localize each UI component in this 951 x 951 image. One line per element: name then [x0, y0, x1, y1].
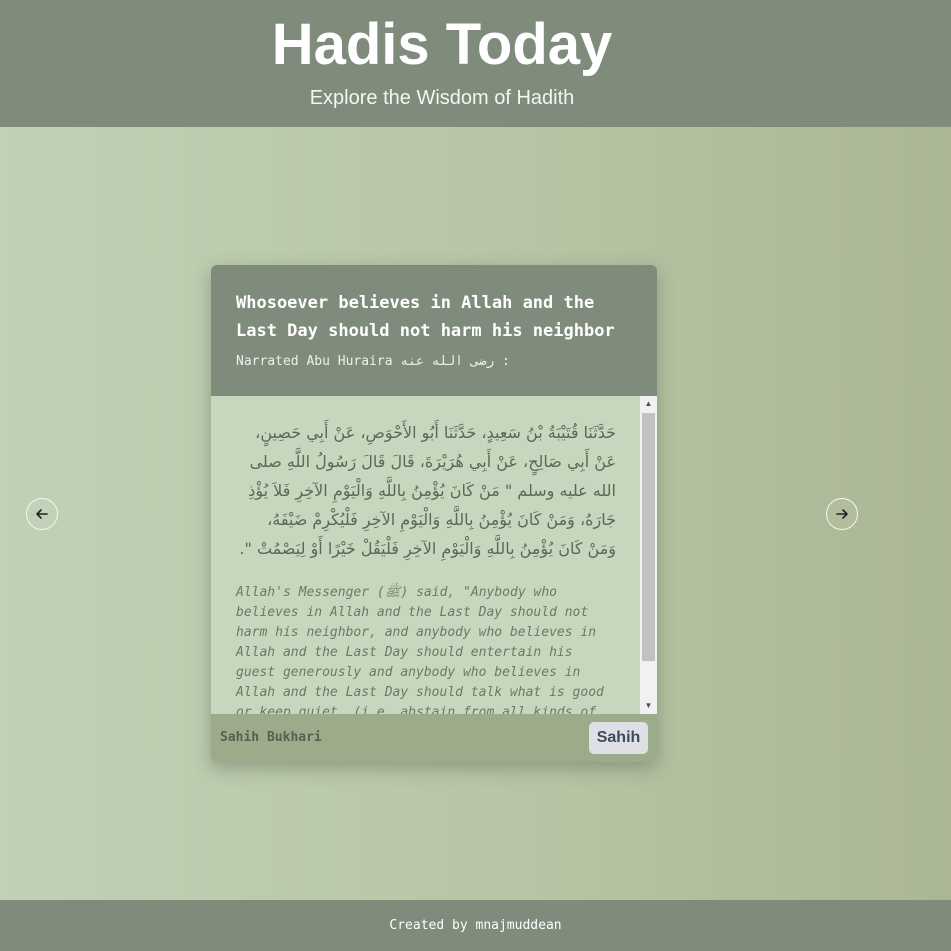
arrow-right-icon: [836, 509, 848, 519]
hadith-book: Sahih Bukhari: [220, 730, 322, 745]
hadith-text-area[interactable]: حَدَّثَنَا قُتَيْبَةُ بْنُ سَعِيدٍ، حَدَ…: [211, 396, 657, 714]
scroll-up-arrow-icon[interactable]: ▲: [640, 396, 657, 412]
hadith-grade-badge[interactable]: Sahih: [589, 722, 648, 754]
hadith-english-text: Allah's Messenger (ﷺ) said, "Anybody who…: [236, 585, 604, 714]
previous-hadith-button[interactable]: [26, 498, 58, 530]
site-subtitle: Explore the Wisdom of Hadith: [309, 87, 575, 109]
scrollbar-thumb[interactable]: [642, 413, 655, 661]
site-header: Hadis Today Explore the Wisdom of Hadith: [0, 0, 951, 127]
hadith-card-header: Whosoever believes in Allah and the Last…: [211, 265, 657, 396]
footer-credit: Created by mnajmuddean: [389, 918, 562, 933]
site-title: Hadis Today: [271, 12, 613, 77]
site-footer: Created by mnajmuddean: [0, 900, 951, 951]
hadith-narrator: Narrated Abu Huraira رضى الله عنه :: [236, 354, 510, 369]
hadith-card: Whosoever believes in Allah and the Last…: [211, 265, 657, 762]
scroll-down-arrow-icon[interactable]: ▼: [640, 698, 657, 714]
hadith-arabic-text: حَدَّثَنَا قُتَيْبَةُ بْنُ سَعِيدٍ، حَدَ…: [239, 423, 616, 558]
arrow-left-icon: [36, 509, 48, 519]
hadith-scroll-content: حَدَّثَنَا قُتَيْبَةُ بْنُ سَعِيدٍ، حَدَ…: [211, 396, 640, 714]
next-hadith-button[interactable]: [826, 498, 858, 530]
hadith-card-footer: Sahih Bukhari Sahih: [211, 714, 657, 762]
scrollbar[interactable]: ▲ ▼: [640, 396, 657, 714]
hadith-title: Whosoever believes in Allah and the Last…: [236, 293, 615, 341]
